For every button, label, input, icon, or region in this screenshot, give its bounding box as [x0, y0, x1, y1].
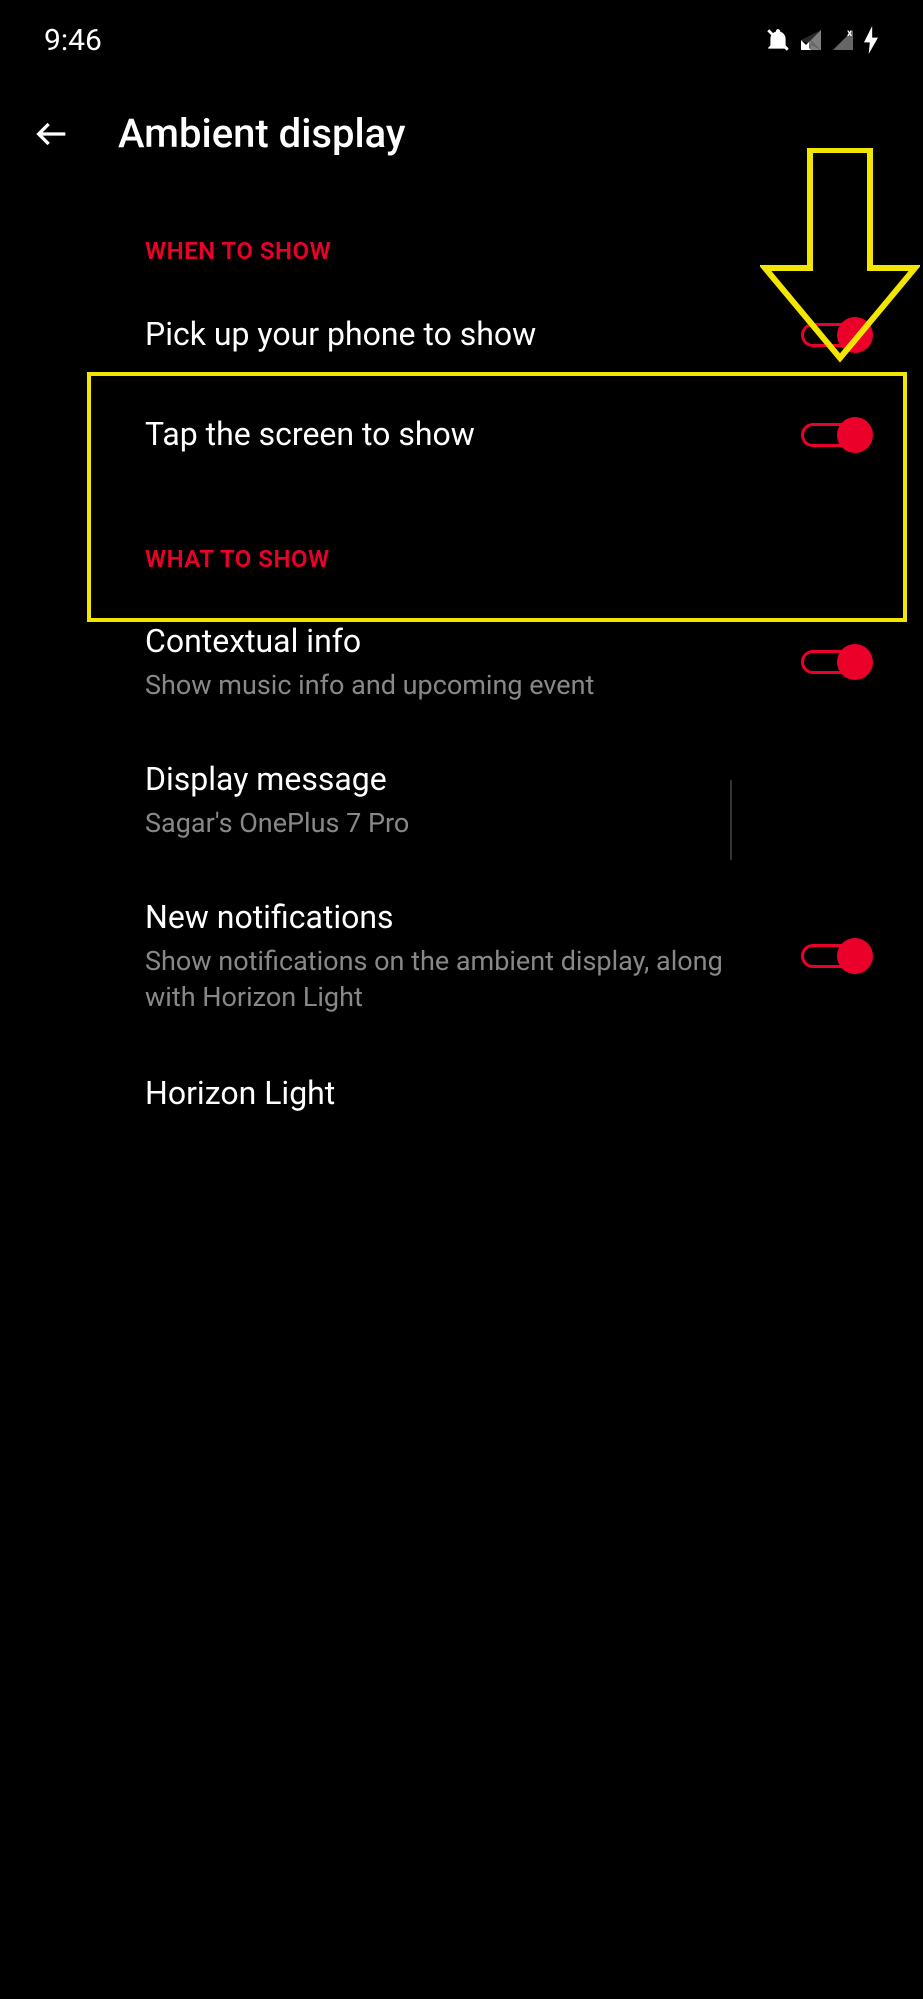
toggle-thumb: [837, 417, 873, 453]
status-bar: 9:46 x: [0, 0, 923, 70]
setting-text: Pick up your phone to show: [145, 314, 801, 356]
signal-icon-1: [799, 28, 823, 52]
setting-title: Horizon Light: [145, 1073, 833, 1115]
setting-tap-screen[interactable]: Tap the screen to show: [0, 385, 923, 485]
section-header-when-to-show: WHEN TO SHOW: [0, 207, 923, 285]
section-header-what-to-show: WHAT TO SHOW: [0, 485, 923, 593]
setting-subtitle: Show music info and upcoming event: [145, 667, 761, 703]
arrow-left-icon: [32, 114, 72, 154]
setting-text: Horizon Light: [145, 1073, 873, 1115]
setting-title: Pick up your phone to show: [145, 314, 761, 356]
toggle-new-notifications[interactable]: [801, 938, 873, 974]
toggle-thumb: [837, 317, 873, 353]
setting-title: New notifications: [145, 897, 761, 939]
toggle-contextual-info[interactable]: [801, 644, 873, 680]
setting-new-notifications[interactable]: New notifications Show notifications on …: [0, 869, 923, 1043]
setting-title: Tap the screen to show: [145, 414, 761, 456]
setting-contextual-info[interactable]: Contextual info Show music info and upco…: [0, 593, 923, 731]
setting-text: New notifications Show notifications on …: [145, 897, 801, 1015]
setting-pick-up-phone[interactable]: Pick up your phone to show: [0, 285, 923, 385]
setting-display-message[interactable]: Display message Sagar's OnePlus 7 Pro: [0, 731, 923, 869]
setting-text: Tap the screen to show: [145, 414, 801, 456]
vertical-divider: [730, 780, 732, 860]
header: Ambient display: [0, 70, 923, 207]
toggle-thumb: [837, 644, 873, 680]
toggle-tap-screen[interactable]: [801, 417, 873, 453]
toggle-thumb: [837, 938, 873, 974]
signal-icon-2: x: [831, 28, 855, 52]
page-title: Ambient display: [118, 110, 406, 157]
setting-title: Contextual info: [145, 621, 761, 663]
setting-text: Contextual info Show music info and upco…: [145, 621, 801, 703]
charging-icon: [863, 26, 879, 54]
back-button[interactable]: [30, 112, 74, 156]
toggle-pick-up-phone[interactable]: [801, 317, 873, 353]
setting-text: Display message Sagar's OnePlus 7 Pro: [145, 759, 873, 841]
notifications-off-icon: [765, 27, 791, 53]
status-icons: x: [765, 26, 879, 54]
status-time: 9:46: [44, 23, 102, 58]
setting-subtitle: Show notifications on the ambient displa…: [145, 943, 761, 1016]
setting-horizon-light[interactable]: Horizon Light: [0, 1044, 923, 1144]
